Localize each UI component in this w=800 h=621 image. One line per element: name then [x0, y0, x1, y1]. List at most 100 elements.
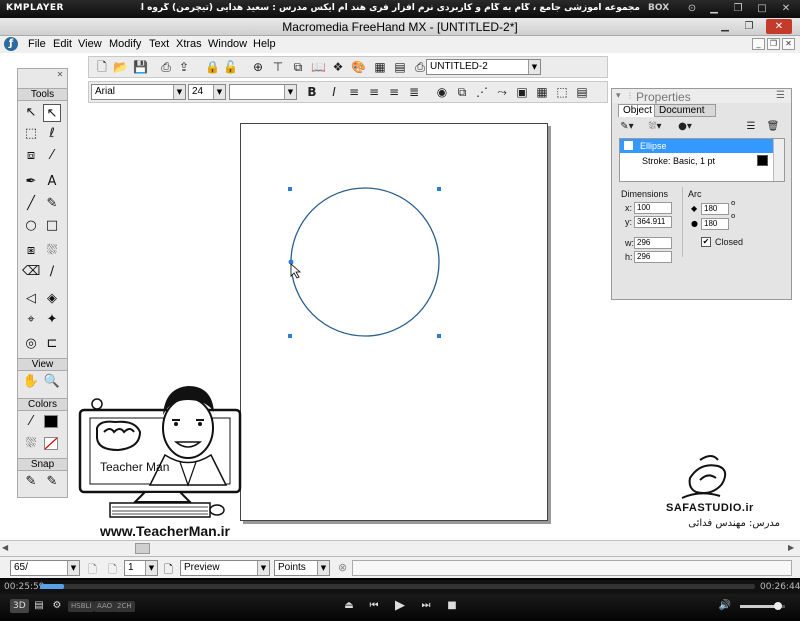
save-icon[interactable]: 💾	[133, 60, 148, 74]
open-icon[interactable]: 📂	[113, 60, 128, 74]
grip-icon[interactable]: ⋮	[626, 91, 634, 100]
horizontal-scrollbar[interactable]: ◀ ▶	[0, 540, 800, 556]
new-document-icon[interactable]: 🗋	[95, 60, 109, 74]
page-tool-icon[interactable]: ⬚	[22, 125, 40, 143]
align-left-icon[interactable]: ≡	[347, 85, 361, 99]
lock-icon[interactable]: 🔒	[205, 60, 220, 74]
app-minimize-icon[interactable]: ▁	[716, 19, 734, 34]
units-select[interactable]: Points ▼	[274, 560, 330, 576]
doc-minimize-icon[interactable]: _	[752, 38, 765, 50]
maximize-icon[interactable]: □	[754, 2, 770, 16]
style-select[interactable]: ▼	[229, 84, 297, 100]
arc-start-field[interactable]: 180	[701, 203, 729, 215]
chevron-down-icon[interactable]: ▼	[173, 85, 185, 99]
eyedropper-tool-icon[interactable]: ⁄	[43, 147, 61, 165]
fill-icon[interactable]: ◉	[435, 85, 449, 99]
menu-edit[interactable]: Edit	[53, 38, 72, 50]
library-icon[interactable]: 📖	[311, 60, 326, 74]
convert-icon[interactable]: ▣	[515, 85, 529, 99]
pointer-tool-icon[interactable]: ↖	[22, 104, 40, 122]
import-icon[interactable]: ⎙	[159, 60, 173, 74]
previous-icon[interactable]: ⏮	[365, 598, 383, 614]
collapse-arrow-icon[interactable]: ▾	[616, 91, 621, 101]
halftone-icon[interactable]: ▤	[393, 60, 407, 74]
settings-icon[interactable]: ⚙	[48, 598, 66, 614]
stroke-swatch[interactable]	[757, 155, 768, 166]
reflect-tool-icon[interactable]: ◈	[43, 290, 61, 308]
menu-xtras[interactable]: Xtras	[176, 38, 202, 50]
text-editor-icon[interactable]: ▦	[535, 85, 549, 99]
panel-options-icon[interactable]: ☰	[776, 90, 785, 101]
scroll-left-icon[interactable]: ◀	[2, 543, 8, 552]
cancel-icon[interactable]: ⊗	[338, 561, 347, 574]
restore-icon[interactable]: ❐	[730, 2, 746, 16]
badge-3d[interactable]: 3D	[10, 599, 29, 613]
link-blocks-icon[interactable]: ⧉	[455, 85, 469, 99]
stop-icon[interactable]: ■	[443, 598, 461, 614]
scroll-thumb[interactable]	[135, 543, 150, 554]
subselect-tool-icon[interactable]: ↖	[43, 104, 61, 122]
page-icon[interactable]: 🗋	[164, 561, 173, 580]
pin-icon[interactable]: ⊙	[684, 2, 700, 16]
chevron-down-icon[interactable]: ▼	[67, 561, 79, 575]
player-box-button[interactable]: BOX	[648, 3, 669, 13]
menu-view[interactable]: View	[78, 38, 102, 50]
color-mixer-icon[interactable]: 🎨	[351, 60, 366, 74]
add-effect-icon[interactable]: ●▾	[678, 120, 692, 134]
closed-checkbox[interactable]: ✔	[701, 237, 711, 247]
list-scrollbar[interactable]	[773, 139, 784, 181]
blend-tool-icon[interactable]: ◎	[22, 335, 40, 353]
badge-hsbli[interactable]: HSBLI	[68, 601, 95, 612]
menu-file[interactable]: File	[28, 38, 46, 50]
stroke-color-swatch[interactable]	[44, 415, 58, 428]
minimize-icon[interactable]: ▁	[706, 2, 722, 16]
x-field[interactable]: 100	[634, 202, 672, 214]
menu-text[interactable]: Text	[149, 38, 169, 50]
h-field[interactable]: 296	[634, 251, 672, 263]
chevron-down-icon[interactable]: ▼	[284, 85, 296, 99]
duplicate-item-icon[interactable]: ☰	[744, 120, 758, 134]
list-item[interactable]: Ellipse	[620, 139, 773, 153]
arc-end-field[interactable]: 180	[701, 218, 729, 230]
ellipse-tool-icon[interactable]: ○	[22, 217, 40, 235]
align-right-icon[interactable]: ≡	[387, 85, 401, 99]
badge-aao[interactable]: AAO	[94, 601, 116, 612]
zoom-tool-icon[interactable]: 🔍	[43, 373, 61, 391]
eject-icon[interactable]: ⏏	[340, 598, 358, 614]
bucket-tool-icon[interactable]: ⛆	[43, 242, 61, 260]
next-icon[interactable]: ⏭	[417, 598, 435, 614]
connector-tool-icon[interactable]: ⊏	[43, 335, 61, 353]
doc-close-icon[interactable]: ✕	[782, 38, 795, 50]
scroll-right-icon[interactable]: ▶	[788, 543, 794, 552]
justify-icon[interactable]: ≣	[407, 85, 421, 99]
volume-knob[interactable]	[774, 602, 782, 610]
list-item[interactable]: Stroke: Basic, 1 pt	[620, 154, 773, 168]
doc-restore-icon[interactable]: ❐	[767, 38, 780, 50]
seek-bar[interactable]	[40, 584, 755, 589]
size-select[interactable]: 24 ▼	[188, 84, 226, 100]
document-page[interactable]	[240, 123, 548, 521]
fill-color-swatch[interactable]	[44, 437, 58, 450]
page-select[interactable]: 1 ▼	[124, 560, 158, 576]
pen-tool-icon[interactable]: ✒	[22, 173, 40, 191]
app-maximize-icon[interactable]: ❐	[740, 19, 758, 34]
y-field[interactable]: 364.911	[634, 216, 672, 228]
fill-color-icon[interactable]: ⛆	[22, 435, 40, 453]
tab-object[interactable]: Object	[618, 104, 657, 117]
add-fill-icon[interactable]: ⛆▾	[648, 120, 662, 134]
lasso-tool-icon[interactable]: ℓ	[43, 125, 61, 143]
panel-close-icon[interactable]: ✕	[55, 70, 65, 80]
styles-icon[interactable]: ❖	[331, 60, 345, 74]
perspective-tool-icon[interactable]: ✦	[43, 311, 61, 329]
w-field[interactable]: 296	[634, 237, 672, 249]
eraser-tool-icon[interactable]: ⌫	[22, 263, 40, 281]
italic-icon[interactable]: I	[327, 85, 341, 99]
playlist-icon[interactable]: ▤	[30, 598, 48, 614]
hand-tool-icon[interactable]: ✋	[22, 373, 40, 391]
chevron-down-icon[interactable]: ▼	[528, 60, 540, 74]
document-select[interactable]: UNTITLED-2 ▼	[426, 59, 541, 75]
align-icon[interactable]: ⊤	[271, 60, 285, 74]
attach-icon[interactable]: ⬚	[555, 85, 569, 99]
font-select[interactable]: Arial ▼	[91, 84, 186, 100]
stroke-color-icon[interactable]: ⁄	[22, 413, 40, 431]
